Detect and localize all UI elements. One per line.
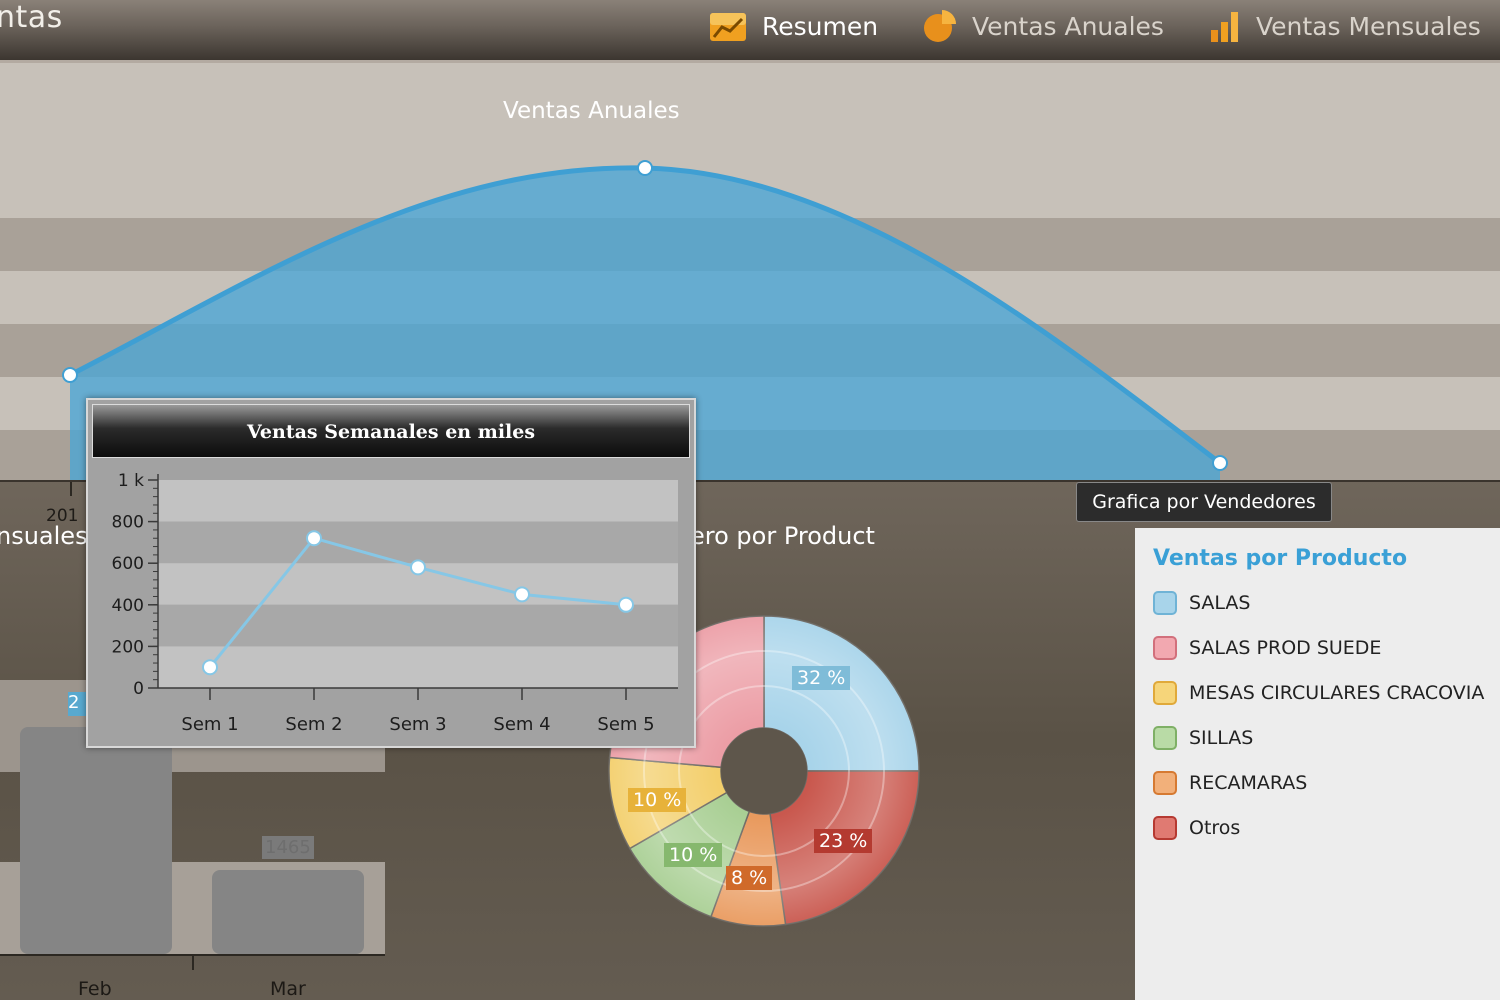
area-point[interactable] — [1212, 455, 1228, 471]
top-bar: ntas Resumen Ventas Anuales Ventas Mensu… — [0, 0, 1500, 63]
legend-swatch — [1153, 816, 1177, 840]
axis-tick — [192, 954, 194, 970]
legend-label: Otros — [1189, 817, 1241, 839]
legend-swatch — [1153, 771, 1177, 795]
grid-band — [158, 480, 678, 522]
nav-ventas-mensuales[interactable]: Ventas Mensuales — [1208, 6, 1481, 46]
bar-chart-icon — [1211, 12, 1238, 42]
donut-hole — [721, 728, 807, 814]
bar-mar[interactable] — [212, 870, 364, 954]
x-tick-label: Sem 4 — [493, 714, 550, 735]
legend-item[interactable]: RECAMARAS — [1153, 768, 1307, 798]
y-tick-label: 1 k — [118, 471, 144, 491]
donut-label-otros: 23 % — [814, 829, 873, 853]
popup-title: Ventas Semanales en miles — [246, 421, 536, 443]
legend-item[interactable]: SALAS — [1153, 588, 1251, 618]
y-tick-label: 0 — [133, 679, 144, 699]
data-point[interactable] — [514, 586, 530, 603]
nav-ventas-anuales[interactable]: Ventas Anuales — [922, 6, 1164, 46]
nav-ventas-mensuales-label: Ventas Mensuales — [1256, 11, 1481, 41]
grid-band — [158, 646, 678, 688]
y-tick-label: 400 — [112, 596, 144, 616]
legend-label: SALAS — [1189, 592, 1251, 614]
legend-swatch — [1153, 726, 1177, 750]
legend-swatch — [1153, 591, 1177, 615]
month-label-feb: Feb — [78, 978, 112, 1000]
legend-item[interactable]: SALAS PROD SUEDE — [1153, 633, 1381, 663]
nav-resumen[interactable]: Resumen — [708, 6, 878, 46]
weekly-line-chart: 0 200 400 600 800 1 k Sem 1 Sem 2 Sem 3 Sem 4 Sem … — [112, 471, 678, 735]
product-chart-title: ero por Product — [690, 522, 875, 550]
bar-value-label-mar: 1465 — [262, 836, 314, 859]
legend-item[interactable]: Otros — [1153, 813, 1240, 843]
legend-item[interactable]: SILLAS — [1153, 723, 1253, 753]
vendors-chart-button[interactable]: Grafica por Vendedores — [1076, 482, 1332, 522]
axis-tick — [70, 482, 72, 496]
data-point[interactable] — [410, 559, 426, 576]
bar-value-label-feb: 2 — [68, 692, 86, 716]
grid-band — [158, 521, 678, 564]
grid-band — [158, 604, 678, 647]
y-tick-label: 600 — [112, 554, 144, 574]
legend-label: MESAS CIRCULARES CRACOVIA — [1189, 682, 1485, 704]
legend-swatch — [1153, 636, 1177, 660]
bar-feb[interactable] — [20, 727, 172, 954]
app-title: ntas — [0, 0, 63, 35]
x-tick-label: Sem 3 — [389, 714, 446, 735]
pie-chart-icon — [924, 10, 956, 42]
x-tick-label: Sem 5 — [597, 714, 654, 735]
y-tick-label: 200 — [112, 637, 144, 657]
product-legend: Ventas por Producto SALAS SALAS PROD SUED… — [1135, 528, 1500, 1000]
donut-label-mesas: 10 % — [628, 788, 687, 812]
legend-label: SALAS PROD SUEDE — [1189, 637, 1382, 659]
data-point[interactable] — [618, 596, 634, 613]
legend-label: RECAMARAS — [1189, 772, 1308, 794]
x-tick-label: Sem 1 — [181, 714, 238, 735]
data-point[interactable] — [202, 659, 218, 676]
month-label-mar: Mar — [270, 978, 306, 1000]
area-point[interactable] — [62, 367, 78, 383]
monthly-chart-title: nsuales — [0, 522, 88, 550]
donut-label-recamaras: 8 % — [726, 866, 773, 890]
area-point[interactable] — [637, 160, 653, 176]
annual-chart-title: Ventas Anuales — [503, 98, 680, 124]
legend-label: SILLAS — [1189, 727, 1254, 749]
legend-swatch — [1153, 681, 1177, 705]
legend-item[interactable]: MESAS CIRCULARES CRACOVIA — [1153, 678, 1484, 708]
weekly-sales-popup: Ventas Semanales en miles 0 200 400 600 800 1… — [86, 398, 696, 748]
donut-label-sillas: 10 % — [664, 843, 723, 867]
nav-resumen-label: Resumen — [762, 11, 879, 41]
line-chart-icon — [710, 13, 746, 41]
nav-ventas-anuales-label: Ventas Anuales — [972, 11, 1164, 41]
popup-header: Ventas Semanales en miles — [92, 404, 690, 458]
y-tick-label: 800 — [112, 513, 144, 533]
data-point[interactable] — [306, 530, 322, 547]
legend-title: Ventas por Producto — [1153, 546, 1408, 571]
donut-label-salas: 32 % — [792, 666, 851, 690]
x-tick-label: Sem 2 — [285, 714, 342, 735]
